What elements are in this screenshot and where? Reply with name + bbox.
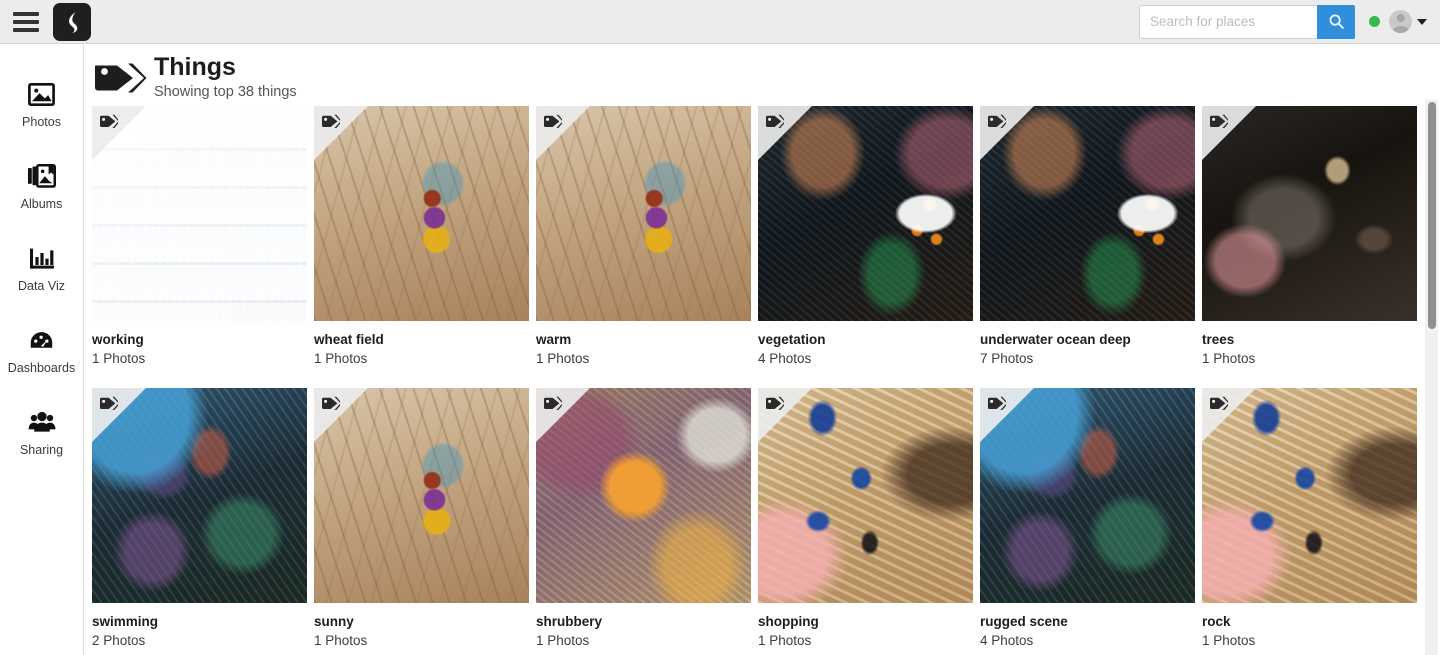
thing-card[interactable]: working 1 Photos	[92, 106, 314, 388]
thing-card[interactable]: underwater ocean deep 7 Photos	[980, 106, 1202, 388]
thing-card[interactable]: trees 1 Photos	[1202, 106, 1424, 388]
sidebar-item-dashboards[interactable]: Dashboards	[0, 326, 83, 375]
sidebar-item-label: Albums	[20, 197, 63, 211]
thing-photo	[980, 106, 1195, 321]
thing-card[interactable]: vegetation 4 Photos	[758, 106, 980, 388]
thing-photo-count: 1 Photos	[1202, 351, 1256, 366]
thing-thumbnail[interactable]	[758, 388, 973, 603]
sidebar-item-label: Sharing	[19, 443, 64, 457]
top-bar	[0, 0, 1440, 44]
thing-thumbnail[interactable]	[314, 106, 529, 321]
thing-name: warm	[536, 332, 572, 347]
sidebar-item-data-viz[interactable]: Data Viz	[0, 244, 83, 293]
sidebar-item-label: Data Viz	[17, 279, 65, 293]
thing-photo-count: 4 Photos	[980, 633, 1034, 648]
thing-photo-count: 1 Photos	[536, 633, 590, 648]
search-input[interactable]	[1139, 4, 1317, 39]
sidebar-item-albums[interactable]: Albums	[0, 162, 83, 211]
thing-photo-count: 1 Photos	[758, 633, 812, 648]
thing-thumbnail[interactable]	[92, 388, 307, 603]
thing-thumbnail[interactable]	[758, 106, 973, 321]
albums-icon	[27, 162, 56, 190]
thing-card[interactable]: shrubbery 1 Photos	[536, 388, 758, 655]
thing-name: rock	[1202, 614, 1231, 629]
thing-card[interactable]: sunny 1 Photos	[314, 388, 536, 655]
page-header-text: Things Showing top 38 things	[154, 53, 297, 101]
user-menu[interactable]	[1369, 10, 1440, 33]
thing-card[interactable]: swimming 2 Photos	[92, 388, 314, 655]
hamburger-icon[interactable]	[13, 11, 39, 32]
thing-name: trees	[1202, 332, 1235, 347]
thing-name: shrubbery	[536, 614, 603, 629]
thing-name: rugged scene	[980, 614, 1068, 629]
thing-photo-count: 4 Photos	[758, 351, 812, 366]
thing-name: working	[92, 332, 144, 347]
thing-card[interactable]: rugged scene 4 Photos	[980, 388, 1202, 655]
thing-photo-count: 7 Photos	[980, 351, 1034, 366]
thing-photo	[314, 388, 529, 603]
bar-chart-icon	[29, 244, 55, 272]
hamburger-bar	[13, 19, 39, 24]
page-header: Things Showing top 38 things	[85, 44, 1440, 106]
page-title: Things	[154, 53, 236, 81]
people-icon	[28, 408, 56, 436]
thing-thumbnail[interactable]	[1202, 388, 1417, 603]
status-indicator-dot	[1369, 16, 1380, 27]
photos-icon	[28, 80, 55, 108]
thing-photo	[758, 388, 973, 603]
thing-photo	[314, 106, 529, 321]
thing-name: swimming	[92, 614, 159, 629]
thing-name: wheat field	[314, 332, 384, 347]
thing-photo	[92, 106, 307, 321]
search-icon	[1329, 14, 1344, 29]
thing-name: vegetation	[758, 332, 826, 347]
chevron-down-icon[interactable]	[1417, 18, 1427, 25]
thing-photo	[980, 388, 1195, 603]
thing-card[interactable]: rock 1 Photos	[1202, 388, 1424, 655]
thing-thumbnail[interactable]	[980, 388, 1195, 603]
thing-photo	[1202, 106, 1417, 321]
thing-name: sunny	[314, 614, 354, 629]
main-content: Things Showing top 38 things working 1 Ph…	[85, 44, 1440, 655]
thing-photo	[92, 388, 307, 603]
thing-photo-count: 1 Photos	[92, 351, 146, 366]
thing-card[interactable]: shopping 1 Photos	[758, 388, 980, 655]
thing-photo	[536, 388, 751, 603]
sidebar-item-photos[interactable]: Photos	[0, 80, 83, 129]
thing-thumbnail[interactable]	[536, 388, 751, 603]
sidebar: Photos Albums Data Viz Dashboards Sharin…	[0, 44, 84, 655]
thing-thumbnail[interactable]	[536, 106, 751, 321]
thing-name: shopping	[758, 614, 819, 629]
thing-thumbnail[interactable]	[92, 106, 307, 321]
thing-thumbnail[interactable]	[980, 106, 1195, 321]
avatar[interactable]	[1389, 10, 1412, 33]
thing-thumbnail[interactable]	[1202, 106, 1417, 321]
hamburger-bar	[13, 11, 39, 16]
tag-icon	[92, 55, 148, 99]
page-subtitle: Showing top 38 things	[154, 84, 297, 100]
thing-photo-count: 1 Photos	[314, 351, 368, 366]
search-bar	[1139, 4, 1355, 39]
gauge-icon	[28, 326, 55, 354]
sidebar-item-label: Photos	[22, 115, 61, 129]
thing-photo	[536, 106, 751, 321]
search-button[interactable]	[1317, 4, 1355, 39]
thing-card[interactable]: wheat field 1 Photos	[314, 106, 536, 388]
thing-photo	[758, 106, 973, 321]
thing-photo-count: 1 Photos	[314, 633, 368, 648]
thing-photo-count: 1 Photos	[1202, 633, 1256, 648]
thing-name: underwater ocean deep	[980, 332, 1131, 347]
sidebar-item-sharing[interactable]: Sharing	[0, 408, 83, 457]
scrollbar-thumb[interactable]	[1427, 102, 1436, 329]
thing-thumbnail[interactable]	[314, 388, 529, 603]
thing-card[interactable]: warm 1 Photos	[536, 106, 758, 388]
thing-photo-count: 1 Photos	[536, 351, 590, 366]
thing-photo	[1202, 388, 1417, 603]
thing-photo-count: 2 Photos	[92, 633, 146, 648]
vertical-scrollbar[interactable]	[1425, 100, 1438, 655]
things-grid: working 1 Photos wheat field 1 Photos warm 1 …	[85, 106, 1440, 655]
hamburger-bar	[13, 27, 39, 32]
app-logo-icon[interactable]	[53, 2, 91, 41]
sidebar-item-label: Dashboards	[7, 361, 76, 375]
